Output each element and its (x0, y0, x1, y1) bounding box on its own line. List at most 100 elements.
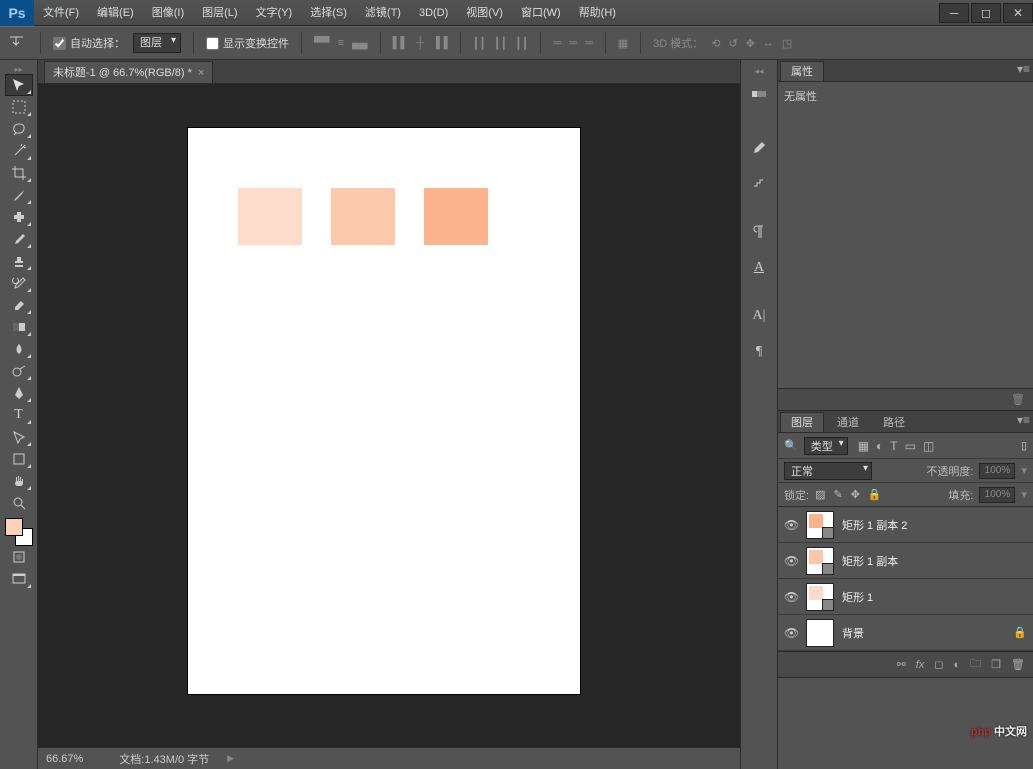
crop-tool[interactable] (5, 162, 33, 184)
gradient-tool[interactable] (5, 316, 33, 338)
blend-mode-select[interactable]: 正常 (784, 462, 872, 480)
tab-layers[interactable]: 图层 (780, 412, 824, 432)
layer-visibility-icon[interactable]: 👁 (784, 590, 798, 604)
menu-filter[interactable]: 滤镜(T) (356, 0, 410, 26)
brush-tool[interactable] (5, 228, 33, 250)
color-swatches[interactable] (5, 518, 33, 546)
search-icon[interactable]: 🔍 (784, 439, 798, 452)
tool-preset-icon[interactable] (8, 33, 28, 53)
shape-rect-1[interactable] (238, 188, 302, 245)
menu-view[interactable]: 视图(V) (457, 0, 512, 26)
menu-image[interactable]: 图像(I) (143, 0, 193, 26)
trash-icon[interactable]: 🗑 (1011, 393, 1025, 406)
align-hcenter-icon[interactable]: ┼ (416, 37, 424, 49)
document-tab[interactable]: 未标题-1 @ 66.7%(RGB/8) * × (44, 61, 213, 83)
history-brush-tool[interactable] (5, 272, 33, 294)
layer-name[interactable]: 矩形 1 副本 2 (842, 517, 1027, 533)
layer-row[interactable]: 👁 矩形 1 (778, 579, 1033, 615)
filter-smart-icon[interactable]: ◫ (923, 439, 934, 453)
lock-pixels-icon[interactable]: ✎ (833, 488, 842, 501)
auto-select-checkbox[interactable]: 自动选择： (53, 35, 125, 51)
status-flyout-icon[interactable]: ▶ (227, 753, 234, 764)
3d-slide-icon[interactable]: ↔ (763, 37, 774, 50)
menu-help[interactable]: 帮助(H) (570, 0, 625, 26)
menu-layer[interactable]: 图层(L) (193, 0, 246, 26)
fill-dropdown-icon[interactable]: ▾ (1021, 488, 1027, 501)
foreground-color[interactable] (5, 518, 23, 536)
dist-5-icon[interactable]: ═ (569, 37, 577, 49)
menu-edit[interactable]: 编辑(E) (88, 0, 143, 26)
align-vcenter-icon[interactable]: ≡ (338, 37, 344, 49)
eyedropper-tool[interactable] (5, 184, 33, 206)
tab-properties[interactable]: 属性 (780, 61, 824, 81)
canvas[interactable] (188, 128, 580, 694)
dock-brush-icon[interactable] (745, 134, 773, 162)
status-doc-info[interactable]: 文档:1.43M/0 字节 (119, 751, 209, 767)
layer-lock-icon[interactable]: 🔒 (1013, 626, 1027, 639)
layer-name[interactable]: 背景 (842, 625, 1005, 641)
layer-name[interactable]: 矩形 1 副本 (842, 553, 1027, 569)
tab-paths[interactable]: 路径 (872, 412, 916, 432)
dock-adjust-icon[interactable] (745, 170, 773, 198)
layer-filter-select[interactable]: 类型 (804, 437, 848, 455)
menu-select[interactable]: 选择(S) (301, 0, 356, 26)
menu-file[interactable]: 文件(F) (34, 0, 88, 26)
dist-2-icon[interactable]: ┃┃ (494, 37, 507, 50)
delete-layer-icon[interactable]: 🗑 (1011, 658, 1025, 671)
panel-menu-icon[interactable]: ▾≡ (1017, 62, 1030, 76)
close-tab-icon[interactable]: × (198, 62, 204, 84)
menu-type[interactable]: 文字(Y) (247, 0, 302, 26)
magic-wand-tool[interactable] (5, 140, 33, 162)
menu-3d[interactable]: 3D(D) (410, 0, 457, 26)
dock-glyphs-icon[interactable]: A| (745, 302, 773, 330)
lock-transparency-icon[interactable]: ▨ (815, 488, 825, 501)
type-tool[interactable]: T (5, 404, 33, 426)
marquee-tool[interactable] (5, 96, 33, 118)
hand-tool[interactable] (5, 470, 33, 492)
layer-row[interactable]: 👁背景🔒 (778, 615, 1033, 651)
pen-tool[interactable] (5, 382, 33, 404)
new-layer-icon[interactable]: ❐ (991, 658, 1001, 671)
layer-name[interactable]: 矩形 1 (842, 589, 1027, 605)
layer-thumbnail[interactable] (806, 511, 834, 539)
menu-window[interactable]: 窗口(W) (512, 0, 570, 26)
fill-value[interactable]: 100% (979, 487, 1015, 503)
panel-menu-icon[interactable]: ▾≡ (1017, 413, 1030, 427)
quickmask-tool[interactable] (5, 546, 33, 568)
align-left-icon[interactable]: ▌▌ (393, 37, 409, 49)
opacity-dropdown-icon[interactable]: ▾ (1021, 464, 1027, 477)
opacity-value[interactable]: 100% (979, 463, 1015, 479)
layer-thumbnail[interactable] (806, 547, 834, 575)
shape-tool[interactable] (5, 448, 33, 470)
window-maximize[interactable]: ◻ (971, 3, 1001, 23)
auto-select-target[interactable]: 图层 (133, 33, 181, 53)
3d-orbit-icon[interactable]: ⟲ (711, 37, 720, 50)
dock-paragraph-icon[interactable] (745, 218, 773, 246)
layer-mask-icon[interactable]: ◻ (934, 658, 943, 671)
layer-thumbnail[interactable] (806, 619, 834, 647)
toolbox-collapse[interactable]: ▸▸ (0, 64, 37, 74)
show-transform-checkbox[interactable]: 显示变换控件 (206, 35, 289, 51)
layer-visibility-icon[interactable]: 👁 (784, 518, 798, 532)
dodge-tool[interactable] (5, 360, 33, 382)
dock-collapse[interactable]: ◂◂ (754, 66, 763, 76)
layer-row[interactable]: 👁 矩形 1 副本 2 (778, 507, 1033, 543)
window-close[interactable]: ✕ (1003, 3, 1033, 23)
shape-rect-2[interactable] (331, 188, 395, 245)
dist-3-icon[interactable]: ┃┃ (515, 37, 528, 50)
layer-thumbnail[interactable] (806, 583, 834, 611)
3d-scale-icon[interactable]: ◳ (782, 37, 792, 50)
lock-all-icon[interactable]: 🔒 (868, 488, 882, 501)
tab-channels[interactable]: 通道 (826, 412, 870, 432)
new-group-icon[interactable]: 🗀 (970, 655, 981, 674)
layer-fx-icon[interactable]: fx (916, 659, 925, 671)
filter-toggle-icon[interactable]: ▯ (1021, 439, 1027, 452)
layer-row[interactable]: 👁矩形 1 副本 (778, 543, 1033, 579)
stamp-tool[interactable] (5, 250, 33, 272)
status-zoom[interactable]: 66.67% (46, 753, 83, 765)
arrange-icon[interactable]: ▦ (618, 37, 628, 50)
dist-4-icon[interactable]: ═ (553, 37, 561, 49)
shape-rect-3[interactable] (424, 188, 488, 245)
zoom-tool[interactable] (5, 492, 33, 514)
dist-1-icon[interactable]: ┃┃ (473, 37, 486, 50)
